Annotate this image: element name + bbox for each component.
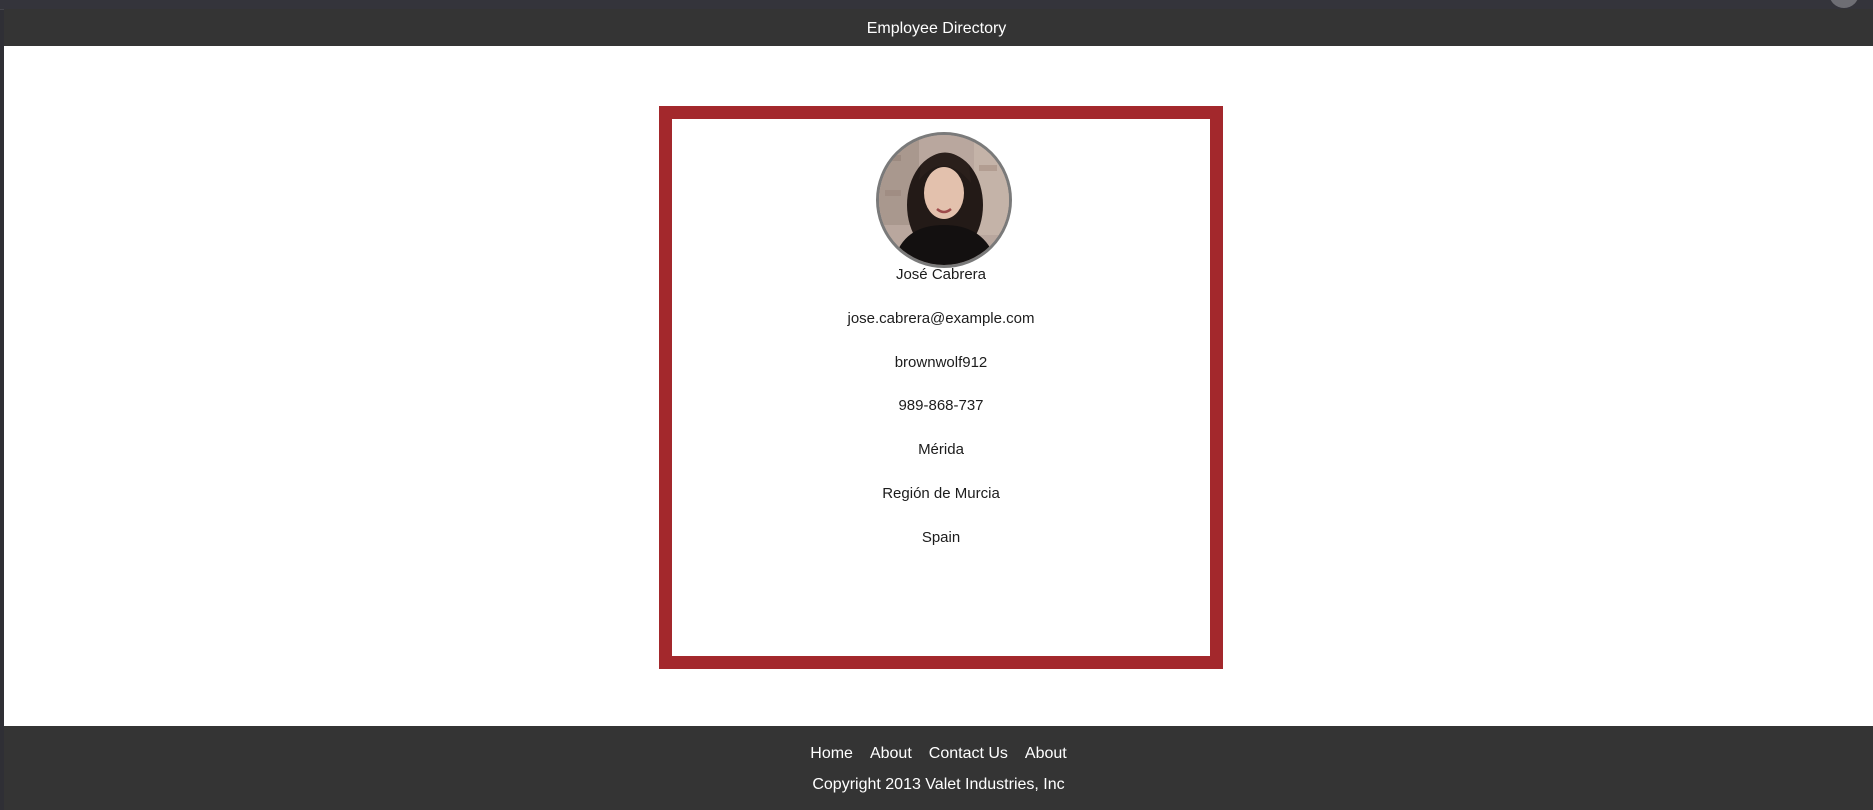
footer-link-about-2[interactable]: About: [1025, 745, 1067, 763]
employee-email: jose.cabrera@example.com: [847, 310, 1035, 327]
footer-nav: Home About Contact Us About: [4, 745, 1873, 763]
employee-country: Spain: [921, 529, 961, 546]
footer-link-contact-us[interactable]: Contact Us: [929, 745, 1008, 763]
employee-username: brownwolf912: [894, 354, 988, 371]
employee-card: José Cabrera jose.cabrera@example.com br…: [659, 106, 1223, 669]
main-content: José Cabrera jose.cabrera@example.com br…: [4, 46, 1873, 726]
employee-city: Mérida: [918, 441, 964, 458]
page-title: Employee Directory: [866, 19, 1007, 37]
employee-name: José Cabrera: [895, 266, 987, 283]
avatar: [876, 132, 1012, 268]
app-footer: Home About Contact Us About Copyright 20…: [4, 726, 1873, 810]
copyright-text: Copyright 2013 Valet Industries, Inc: [812, 776, 1065, 793]
app-header: Employee Directory: [4, 9, 1873, 46]
portrait-photo-icon: [879, 135, 1009, 265]
footer-link-about[interactable]: About: [870, 745, 912, 763]
employee-phone: 989-868-737: [898, 397, 984, 414]
page: Employee Directory José Cabrera jose.cab…: [4, 9, 1873, 810]
employee-region: Región de Murcia: [882, 485, 1000, 502]
footer-link-home[interactable]: Home: [810, 745, 853, 763]
